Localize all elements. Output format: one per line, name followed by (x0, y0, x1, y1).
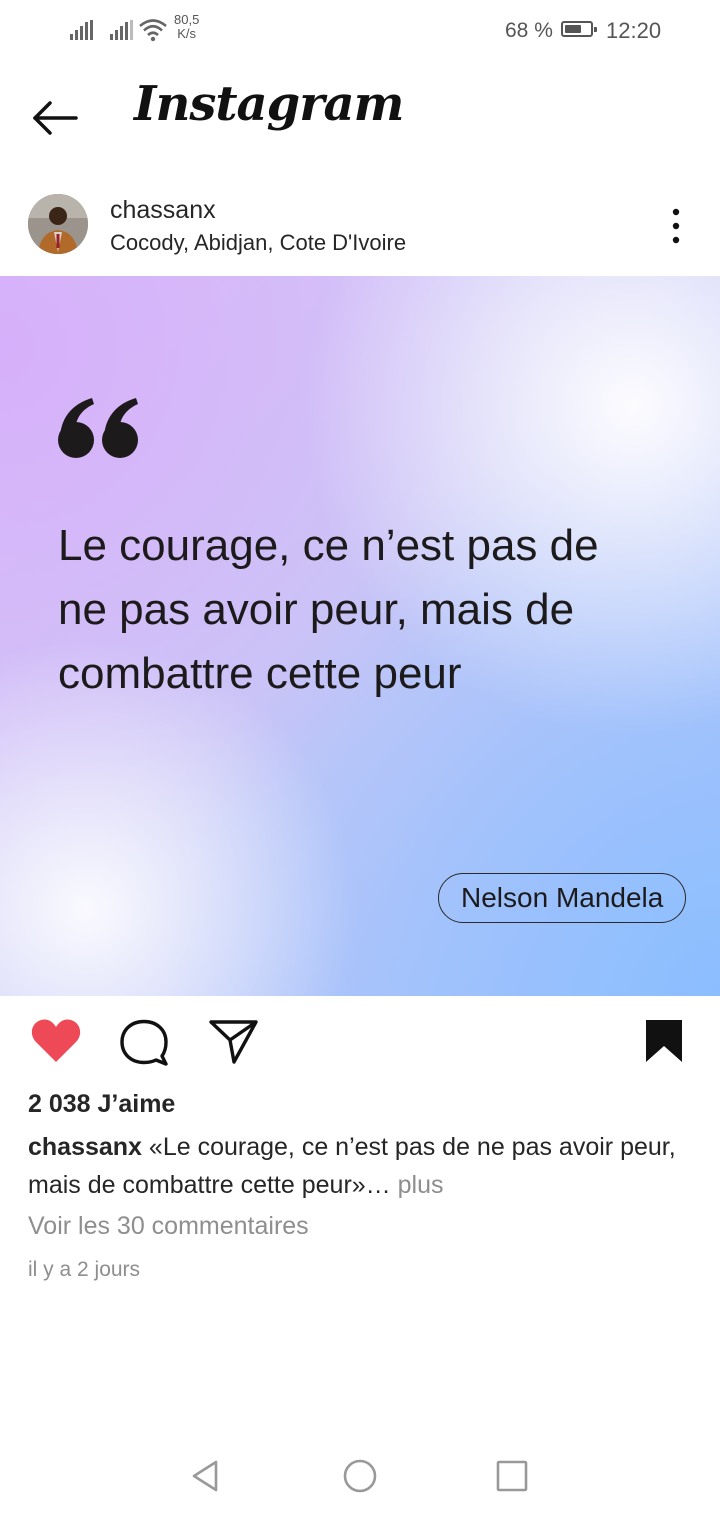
quote-text: Le courage, ce n’est pas de ne pas avoir… (58, 521, 599, 698)
nav-recents-button[interactable] (494, 1458, 530, 1499)
send-icon (209, 1020, 258, 1064)
avatar-image (28, 194, 88, 254)
post-caption: chassanx «Le courage, ce n’est pas de ne… (28, 1128, 688, 1204)
status-bar: 80,5 K/s 68 % 12:20 (0, 0, 720, 62)
caption-username[interactable]: chassanx (28, 1133, 142, 1161)
view-comments-link[interactable]: Voir les 30 commentaires (28, 1212, 309, 1241)
square-recents-icon (496, 1460, 528, 1492)
signal-2-icon (110, 20, 133, 40)
quote-mark-icon (58, 398, 138, 458)
likes-count[interactable]: 2 038 J’aime (28, 1090, 175, 1119)
battery-icon (561, 21, 597, 37)
battery-fill (565, 25, 581, 33)
nav-back-button[interactable] (188, 1458, 224, 1499)
comment-icon (120, 1019, 168, 1066)
bookmark-filled-icon (646, 1020, 682, 1062)
signal-1-icon (70, 20, 93, 40)
network-speed-unit: K/s (177, 26, 197, 41)
post-location[interactable]: Cocody, Abidjan, Cote D'Ivoire (110, 230, 406, 256)
battery-percent: 68 % (505, 19, 553, 42)
post-actions (0, 1010, 720, 1074)
avatar[interactable] (28, 194, 88, 254)
post-image[interactable]: Le courage, ce n’est pas de ne pas avoir… (0, 276, 720, 996)
app-header: Instagram (0, 62, 720, 174)
wifi-icon (139, 19, 167, 42)
back-button[interactable] (30, 98, 80, 138)
triangle-back-icon (192, 1460, 218, 1492)
more-options-button[interactable] (662, 206, 690, 246)
battery-tip (594, 27, 597, 32)
caption-more-link[interactable]: plus (398, 1171, 444, 1199)
post-header: chassanx Cocody, Abidjan, Cote D'Ivoire (0, 186, 720, 276)
clock: 12:20 (606, 18, 662, 43)
nav-home-button[interactable] (342, 1458, 378, 1499)
save-button[interactable] (640, 1018, 688, 1069)
post-timestamp: il y a 2 jours (28, 1258, 141, 1281)
network-speed: 80,5 K/s (174, 13, 199, 41)
quote-author: Nelson Mandela (438, 873, 687, 923)
instagram-logo: Instagram (134, 76, 404, 132)
like-button[interactable] (30, 1018, 82, 1069)
share-button[interactable] (208, 1018, 260, 1069)
post-username[interactable]: chassanx (110, 196, 216, 225)
comment-button[interactable] (118, 1018, 170, 1071)
heart-filled-icon (31, 1019, 81, 1062)
network-speed-value: 80,5 (174, 12, 200, 27)
system-nav-bar (0, 1440, 720, 1520)
circle-home-icon (343, 1459, 377, 1493)
arrow-left-icon (33, 101, 78, 135)
more-vertical-icon (672, 208, 680, 244)
